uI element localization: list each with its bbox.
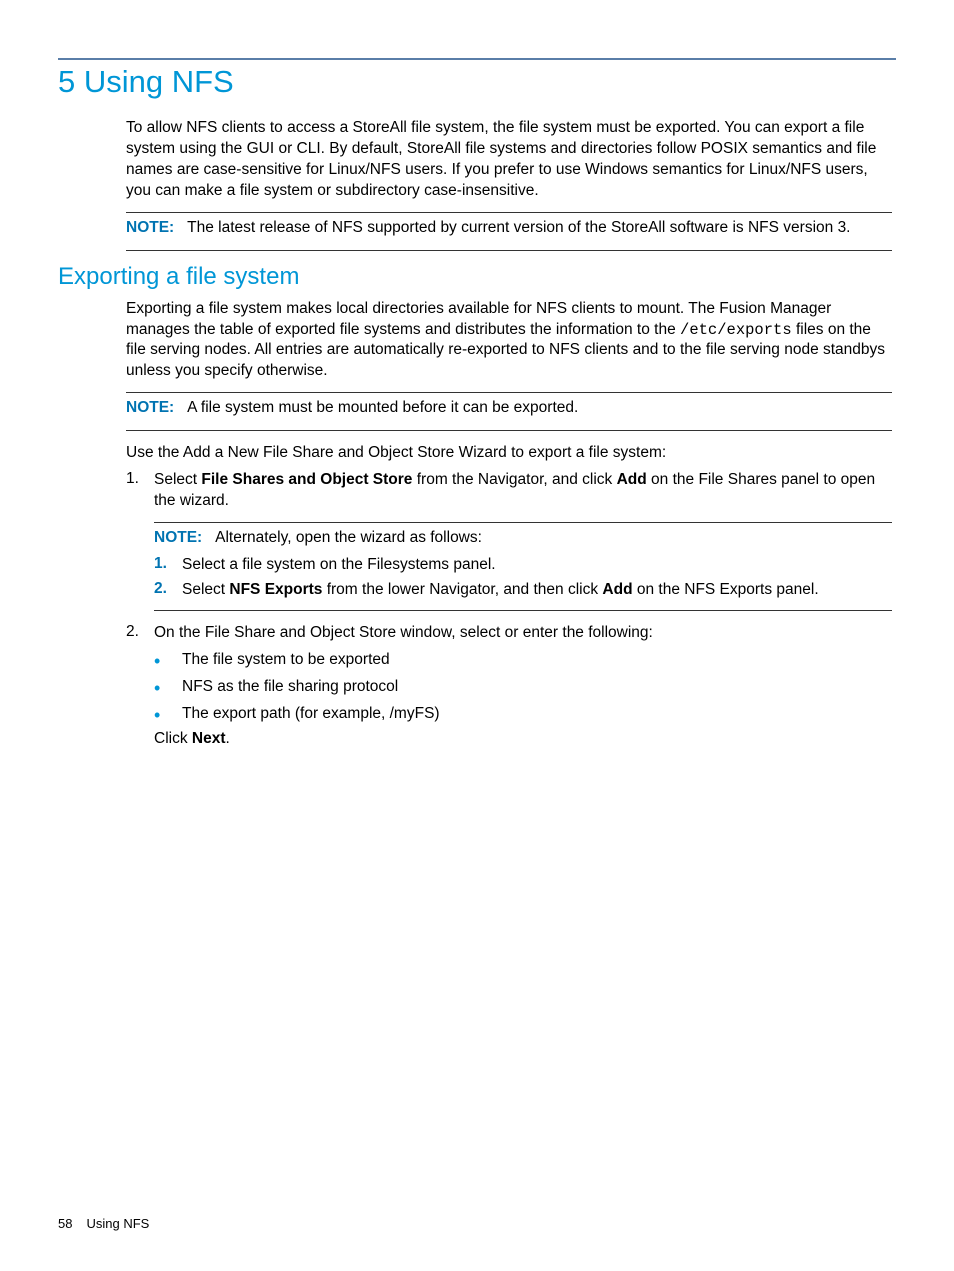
bullet-item: • The export path (for example, /myFS) <box>154 704 892 725</box>
note-2: NOTE: A file system must be mounted befo… <box>126 398 892 419</box>
bold-text: NFS Exports <box>229 581 322 598</box>
bold-text: Add <box>617 471 647 488</box>
note-label: NOTE: <box>126 219 174 236</box>
bullet-icon: • <box>154 650 182 670</box>
note-label: NOTE: <box>154 529 202 546</box>
step-1: 1. Select File Shares and Object Store f… <box>126 470 892 512</box>
bullet-item: • The file system to be exported <box>154 650 892 671</box>
click-next: Click Next. <box>154 730 892 748</box>
note-1: NOTE: The latest release of NFS supporte… <box>126 218 892 239</box>
bullet-item: • NFS as the file sharing protocol <box>154 677 892 698</box>
footer-title: Using NFS <box>86 1216 149 1231</box>
bold-text: Add <box>602 581 632 598</box>
note-text: A file system must be mounted before it … <box>187 399 578 416</box>
substep-1: 1. Select a file system on the Filesyste… <box>154 555 892 576</box>
chapter-intro: To allow NFS clients to access a StoreAl… <box>126 118 892 202</box>
substep-2: 2. Select NFS Exports from the lower Nav… <box>154 580 892 601</box>
wizard-intro: Use the Add a New File Share and Object … <box>126 443 892 464</box>
chapter-title: 5 Using NFS <box>58 64 896 100</box>
step-1-note: NOTE: Alternately, open the wizard as fo… <box>154 522 892 611</box>
page-footer: 58 Using NFS <box>58 1216 149 1231</box>
bold-text: Next <box>192 730 226 747</box>
code-path: /etc/exports <box>680 321 792 339</box>
step-2: 2. On the File Share and Object Store wi… <box>126 623 892 644</box>
bold-text: File Shares and Object Store <box>201 471 412 488</box>
note-text: The latest release of NFS supported by c… <box>187 219 850 236</box>
list-number: 2. <box>126 623 154 644</box>
list-number: 1. <box>126 470 154 512</box>
section-intro: Exporting a file system makes local dire… <box>126 299 892 383</box>
list-number-blue: 2. <box>154 580 182 601</box>
section-title: Exporting a file system <box>58 263 896 291</box>
note-text: Alternately, open the wizard as follows: <box>215 529 482 546</box>
bullet-icon: • <box>154 677 182 697</box>
bullet-icon: • <box>154 704 182 724</box>
list-number-blue: 1. <box>154 555 182 576</box>
page-number: 58 <box>58 1216 72 1231</box>
note-label: NOTE: <box>126 399 174 416</box>
